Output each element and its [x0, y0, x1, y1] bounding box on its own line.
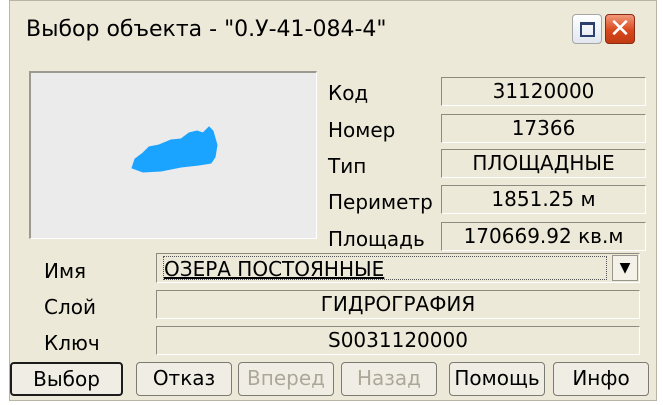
key-field: S0031120000 — [156, 326, 640, 355]
window-title: Выбор объекта - "0.У-41-084-4" — [26, 17, 387, 42]
area-field: 170669.92 кв.м — [441, 222, 646, 251]
close-button[interactable]: ✕ — [605, 14, 635, 44]
lake-polygon — [131, 126, 218, 173]
info-button[interactable]: Инфо — [553, 362, 649, 396]
close-icon: ✕ — [609, 14, 631, 44]
cancel-button[interactable]: Отказ — [136, 362, 232, 396]
number-field: 17366 — [441, 114, 646, 143]
area-label: Площадь — [328, 227, 425, 251]
code-field: 31120000 — [441, 77, 646, 106]
object-preview — [29, 71, 317, 239]
name-label: Имя — [44, 259, 87, 283]
type-label: Тип — [328, 154, 367, 178]
chevron-down-icon[interactable]: ▼ — [612, 255, 638, 281]
help-button[interactable]: Помощь — [449, 362, 545, 396]
maximize-button[interactable] — [572, 14, 602, 44]
name-select[interactable]: ОЗЕРА ПОСТОЯННЫЕ ▼ — [156, 253, 640, 283]
object-shape-preview — [131, 126, 218, 173]
layer-field: ГИДРОГРАФИЯ — [156, 290, 640, 319]
back-button[interactable]: Назад — [341, 362, 437, 396]
object-select-dialog: Выбор объекта - "0.У-41-084-4" ✕ Код 311… — [9, 0, 657, 401]
forward-button[interactable]: Вперед — [238, 362, 334, 396]
perimeter-field: 1851.25 м — [441, 185, 646, 214]
perimeter-label: Периметр — [328, 190, 433, 214]
title-bar[interactable]: Выбор объекта - "0.У-41-084-4" ✕ — [10, 1, 656, 59]
key-label: Ключ — [44, 331, 100, 355]
name-select-value: ОЗЕРА ПОСТОЯННЫЕ — [163, 256, 607, 281]
maximize-icon — [580, 22, 595, 37]
layer-label: Слой — [44, 295, 96, 319]
type-field: ПЛОЩАДНЫЕ — [441, 149, 646, 178]
code-label: Код — [328, 81, 369, 105]
select-button[interactable]: Выбор — [10, 362, 123, 396]
number-label: Номер — [328, 118, 396, 142]
